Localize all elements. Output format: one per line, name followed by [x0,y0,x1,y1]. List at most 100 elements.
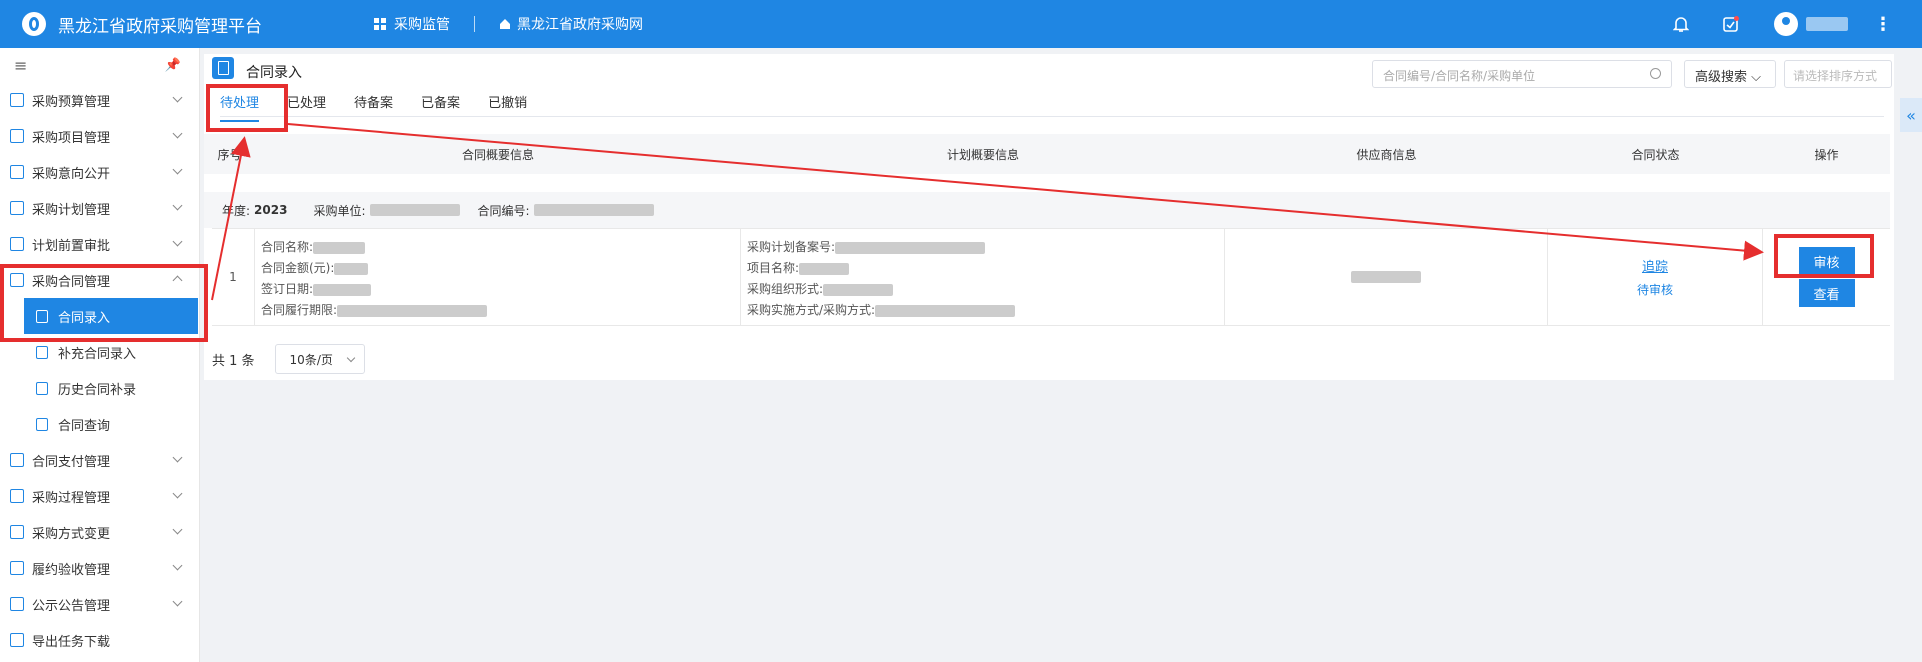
platform-logo [22,12,46,36]
bell-icon[interactable] [1670,13,1692,35]
unit-value-blurred [369,204,460,216]
chevron-down-icon [172,560,183,571]
sidebar-item-preapproval[interactable]: 计划前置审批 [0,226,199,262]
sidebar-item-budget[interactable]: 采购预算管理 [0,82,199,118]
sidebar-item-label: 采购项目管理 [32,130,111,146]
more-vertical-icon[interactable]: ⋮ [1874,14,1892,35]
sidebar-item-export[interactable]: 导出任务下载 [0,622,199,658]
sidebar-item-notice[interactable]: 公示公告管理 [0,586,199,622]
sidebar-item-process[interactable]: 采购过程管理 [0,478,199,514]
page-title: 合同录入 [246,65,302,81]
supplement-icon [36,345,48,359]
year-value: 2023 [254,203,288,217]
advanced-search-label: 高级搜索 [1695,70,1748,85]
sidebar-item-label: 合同支付管理 [32,454,111,470]
sidebar-subitem-query[interactable]: 合同查询 [0,406,199,442]
sidebar-item-label: 导出任务下载 [32,634,111,650]
sidebar-item-acceptance[interactable]: 履约验收管理 [0,550,199,586]
search-input[interactable]: 合同编号/合同名称/采购单位 [1372,60,1672,88]
blurred-value [799,262,850,275]
method-icon [10,525,24,539]
advanced-search-button[interactable]: 高级搜索 ⌵ [1684,60,1776,88]
chevron-down-icon [172,92,183,103]
nav-site[interactable]: 黑龙江省政府采购网 [517,14,643,34]
sidebar-item-label: 计划前置审批 [32,238,111,254]
unit-label: 采购单位: [313,203,366,218]
sidebar-item-plan[interactable]: 采购计划管理 [0,190,199,226]
highlight-tab [206,84,288,132]
supplier-info [1225,229,1548,325]
page-size-label: 10条/页 [289,353,333,367]
plan-number-label: 采购计划备案号: [747,240,836,254]
nav-monitor[interactable]: 采购监管 [394,14,450,34]
tab-revoked[interactable]: 已撤销 [488,92,527,122]
chevron-down-icon: ⌵ [1751,70,1762,85]
supplier-blurred [1351,271,1421,283]
highlight-sidebar [0,264,208,342]
track-link[interactable]: 追踪 [1642,256,1668,275]
history-icon [36,381,48,395]
budget-icon [10,93,24,107]
tab-filed[interactable]: 已备案 [421,92,460,122]
tab-to-file[interactable]: 待备案 [354,92,393,122]
pin-icon[interactable]: 📌 [165,58,181,73]
row-index: 1 [212,229,255,325]
group-row: 年度: 2023 采购单位: 合同编号: [204,192,1890,228]
chevron-down-icon [346,353,355,363]
task-icon[interactable] [1720,13,1742,35]
search-placeholder: 合同编号/合同名称/采购单位 [1383,69,1536,83]
project-name-label: 项目名称: [747,261,800,275]
highlight-review [1774,234,1874,278]
avatar[interactable] [1774,12,1798,36]
menu-icon[interactable]: ≡ [14,56,27,75]
year-label: 年度: [222,203,251,218]
col-supplier: 供应商信息 [1356,147,1417,162]
sidebar-item-method-change[interactable]: 采购方式变更 [0,514,199,550]
top-nav: 采购监管 黑龙江省政府采购网 [374,14,643,34]
blurred-value [875,304,1016,317]
chevron-down-icon [172,200,183,211]
chevron-down-icon [172,452,183,463]
col-index: 序号 [217,147,242,162]
blurred-value [313,283,372,296]
org-form-label: 采购组织形式: [747,282,824,296]
acceptance-icon [10,561,24,575]
sign-date-label: 签订日期: [261,282,314,296]
sidebar: ≡ 📌 采购预算管理 采购项目管理 采购意向公开 采购计划管理 计划前置审批 采… [0,48,200,662]
payment-icon [10,453,24,467]
col-status: 合同状态 [1631,147,1680,162]
app-title: 黑龙江省政府采购管理平台 [58,16,262,37]
process-icon [10,489,24,503]
plan-summary: 采购计划备案号: 项目名称: 采购组织形式: 采购实施方式/采购方式: [741,229,1225,325]
main-content: 合同录入 合同编号/合同名称/采购单位 高级搜索 ⌵ 请选择排序方式 待处理 已… [204,54,1894,380]
pagination: 共 1 条 10条/页 [212,344,365,374]
status-badge: 待审核 [1636,283,1673,297]
term-label: 合同履行期限: [261,303,338,317]
sidebar-item-intent[interactable]: 采购意向公开 [0,154,199,190]
sidebar-subitem-history[interactable]: 历史合同补录 [0,370,199,406]
col-plan: 计划概要信息 [946,147,1019,162]
sidebar-item-payment[interactable]: 合同支付管理 [0,442,199,478]
sidebar-subitem-label: 合同查询 [58,418,111,434]
tab-processed[interactable]: 已处理 [287,92,326,122]
view-button[interactable]: 查看 [1798,279,1855,307]
collapse-panel-icon[interactable]: « [1900,98,1922,132]
search-icon[interactable] [1650,68,1661,79]
document-icon [212,57,234,79]
chevron-down-icon [172,236,183,247]
sidebar-item-label: 采购意向公开 [32,166,111,182]
sidebar-subitem-label: 历史合同补录 [58,382,137,398]
method-label: 采购实施方式/采购方式: [747,303,876,317]
plan-icon [10,201,24,215]
sidebar-item-project[interactable]: 采购项目管理 [0,118,199,154]
project-icon [10,129,24,143]
sidebar-subitem-label: 补充合同录入 [58,346,137,362]
sort-select[interactable]: 请选择排序方式 [1784,60,1892,88]
sidebar-header: ≡ 📌 [0,48,199,82]
col-ops: 操作 [1814,147,1839,162]
page-size-select[interactable]: 10条/页 [274,344,365,374]
chevron-down-icon [172,128,183,139]
download-icon [10,633,24,647]
col-contract: 合同概要信息 [461,147,534,162]
blurred-value [823,283,894,296]
